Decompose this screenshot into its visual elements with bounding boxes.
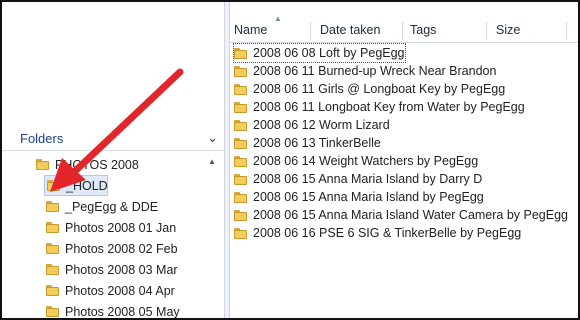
tree-item-label: Photos 2008 03 Mar <box>65 262 178 277</box>
tree-item-jan[interactable]: Photos 2008 01 Jan <box>46 217 176 238</box>
column-tags[interactable]: Tags <box>410 23 436 37</box>
folder-icon <box>46 222 59 233</box>
folder-icon <box>46 264 59 275</box>
file-name: 2008 06 15 Anna Maria Island by PegEgg <box>253 190 484 204</box>
folder-icon <box>46 285 59 296</box>
folder-icon <box>234 119 247 131</box>
folder-icon <box>234 173 247 185</box>
folder-icon <box>234 83 247 95</box>
file-name: 2008 06 14 Weight Watchers by PegEgg <box>253 154 479 168</box>
folder-icon <box>234 191 247 203</box>
scroll-up-arrow-icon[interactable]: ▲ <box>208 157 216 166</box>
folder-icon <box>234 227 247 239</box>
folder-icon <box>234 65 247 77</box>
folder-icon <box>234 47 247 59</box>
list-item[interactable]: 2008 06 11 Girls @ Longboat Key by PegEg… <box>234 80 505 98</box>
tree-item-may[interactable]: Photos 2008 05 May <box>46 301 180 319</box>
folder-icon <box>234 209 247 221</box>
list-item[interactable]: 2008 06 15 Anna Maria Island by PegEgg <box>234 188 484 206</box>
column-header-row: ▲ Name Date taken Tags Size <box>230 14 578 43</box>
column-divider[interactable] <box>486 22 487 40</box>
file-name: 2008 06 16 PSE 6 SIG & TinkerBelle by Pe… <box>253 226 522 240</box>
list-item[interactable]: 2008 06 14 Weight Watchers by PegEgg <box>234 152 478 170</box>
file-list-pane: ▲ Name Date taken Tags Size 2008 06 08 L… <box>230 2 578 318</box>
tree-item-mar[interactable]: Photos 2008 03 Mar <box>46 259 178 280</box>
folder-icon <box>234 101 247 113</box>
file-name: 2008 06 15 Anna Maria Island Water Camer… <box>253 208 569 222</box>
sort-ascending-icon: ▲ <box>274 14 282 23</box>
tree-item-label: Photos 2008 05 May <box>65 304 180 319</box>
explorer-window: Folders ⌄ ▲ PHOTOS 2008 _HOLD _PegEgg & … <box>0 0 580 320</box>
list-item[interactable]: 2008 06 12 Worm Lizard <box>234 116 390 134</box>
folder-icon <box>234 137 247 149</box>
tree-item-label: Photos 2008 04 Apr <box>65 283 175 298</box>
tree-item-feb[interactable]: Photos 2008 02 Feb <box>46 238 178 259</box>
list-item[interactable]: 2008 06 08 Loft by PegEgg <box>233 43 406 63</box>
file-name: 2008 06 11 Burned-up Wreck Near Brandon <box>253 64 497 78</box>
file-name: 2008 06 15 Anna Maria Island by Darry D <box>253 172 483 186</box>
arrow-shaft <box>68 68 184 178</box>
column-date-taken[interactable]: Date taken <box>320 23 380 37</box>
column-divider[interactable] <box>310 22 311 40</box>
column-divider[interactable] <box>402 22 403 40</box>
file-name: 2008 06 12 Worm Lizard <box>253 118 390 132</box>
file-name: 2008 06 11 Girls @ Longboat Key by PegEg… <box>253 82 506 96</box>
tree-item-label: Photos 2008 01 Jan <box>65 220 177 235</box>
column-name[interactable]: ▲ Name <box>234 14 282 37</box>
folder-icon <box>46 201 59 212</box>
column-divider[interactable] <box>566 22 567 40</box>
list-item[interactable]: 2008 06 15 Anna Maria Island Water Camer… <box>234 206 568 224</box>
list-item[interactable]: 2008 06 15 Anna Maria Island by Darry D <box>234 170 482 188</box>
red-arrow-icon <box>50 68 184 192</box>
chevron-down-icon[interactable]: ⌄ <box>207 130 218 146</box>
column-name-label: Name <box>234 23 268 37</box>
file-name: 2008 06 13 TinkerBelle <box>253 136 381 150</box>
list-item[interactable]: 2008 06 16 PSE 6 SIG & TinkerBelle by Pe… <box>234 224 521 242</box>
column-size[interactable]: Size <box>496 23 520 37</box>
file-name: 2008 06 11 Longboat Key from Water by Pe… <box>253 100 525 114</box>
list-item[interactable]: 2008 06 11 Burned-up Wreck Near Brandon <box>234 62 496 80</box>
folder-icon <box>46 306 59 317</box>
tree-item-apr[interactable]: Photos 2008 04 Apr <box>46 280 175 301</box>
folder-icon <box>46 243 59 254</box>
list-item[interactable]: 2008 06 11 Longboat Key from Water by Pe… <box>234 98 525 116</box>
tree-item-label: Photos 2008 02 Feb <box>65 241 178 256</box>
folder-icon <box>234 155 247 167</box>
file-name: 2008 06 08 Loft by PegEgg <box>253 46 405 60</box>
list-item[interactable]: 2008 06 13 TinkerBelle <box>234 134 381 152</box>
